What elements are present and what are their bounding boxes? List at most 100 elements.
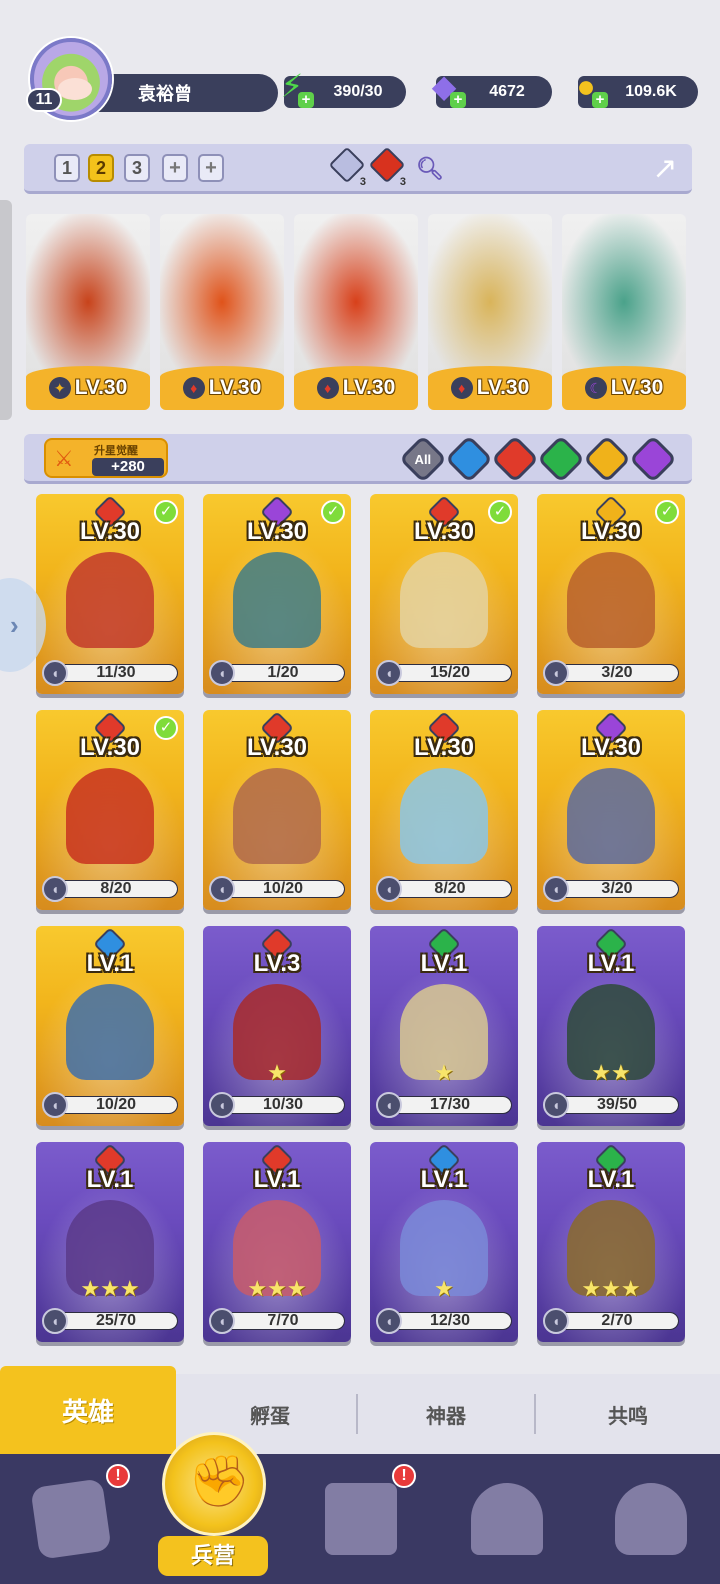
element-icon: ☾ [584,377,607,399]
awaken-label: 升星觉醒 [94,445,138,457]
team-hero-level: LV.30 [476,376,530,399]
shard-count: 3/20 [601,880,633,897]
player-profile[interactable]: 袁裕曾 11 [26,38,278,120]
star-rating: ★★ [591,1060,631,1085]
add-energy-button[interactable]: + [298,92,314,108]
star-rating: ★★★ [581,1276,641,1301]
team-hero-slot[interactable]: ✦ LV.30 [26,214,150,410]
shard-count: 1/20 [267,664,299,681]
shard-progress: ◖ 8/20 [42,876,178,902]
add-gem-button[interactable]: + [450,92,466,108]
element-icon: ♦ [450,377,473,399]
team-hero-level: LV.30 [610,376,664,399]
filter-element-button[interactable] [628,434,678,484]
hero-card[interactable]: LV.1 ★ ◖ 12/30 [370,1142,518,1342]
search-icon[interactable]: 🔍︎ [412,150,448,188]
team-hero-level: LV.30 [342,376,396,399]
filter-element-button[interactable] [490,434,540,484]
hero-level: LV.1 [86,1166,134,1193]
filter-element-button[interactable] [582,434,632,484]
team-hero-slot[interactable]: ♦ LV.30 [160,214,284,410]
hero-card[interactable]: LV.30 ✓ ◖ 3/20 [537,494,685,694]
tab-artifacts[interactable]: 神器 [358,1374,534,1454]
hero-portrait [294,214,418,374]
tab-resonance[interactable]: 共鸣 [536,1374,720,1454]
filter-element-button[interactable] [536,434,586,484]
hero-card[interactable]: LV.30 ◖ 8/20 [370,710,518,910]
hero-card[interactable]: LV.1 ★★★ ◖ 7/70 [203,1142,351,1342]
top-bar: 袁裕曾 11 ⚡ + 390/30 ◆ + 4672 ● + 109.6K [0,0,720,130]
nav-cards[interactable]: ! [16,1464,130,1574]
gem-resource[interactable]: ◆ + 4672 [432,68,552,108]
star-rating: ★ [434,1276,454,1301]
team-hero-slot[interactable]: ☾ LV.30 [562,214,686,410]
hero-card[interactable]: LV.3 ★ ◖ 10/30 [203,926,351,1126]
filter-element-button[interactable] [444,434,494,484]
hero-portrait [567,552,655,648]
alert-badge: ! [392,1464,416,1488]
team-hero-slot[interactable]: ♦ LV.30 [428,214,552,410]
team-tab-add-2[interactable]: + [198,154,224,182]
add-gold-button[interactable]: + [592,92,608,108]
share-icon[interactable]: ↗ [646,150,684,188]
hero-card[interactable]: LV.1 ★★★ ◖ 2/70 [537,1142,685,1342]
hero-card[interactable]: LV.30 ✓ ◖ 1/20 [203,494,351,694]
gem-value: 4672 [489,83,525,100]
nav-book[interactable]: ! [306,1464,416,1574]
team-hero-slot[interactable]: ♦ LV.30 [294,214,418,410]
shard-progress: ◖ 3/20 [543,660,679,686]
hero-card[interactable]: LV.30 ◖ 10/20 [203,710,351,910]
hero-card[interactable]: LV.1 ★ ◖ 17/30 [370,926,518,1126]
shard-count: 10/30 [262,1096,304,1113]
shard-count: 25/70 [95,1312,137,1329]
team-tab-1[interactable]: 1 [54,154,80,182]
tab-heroes[interactable]: 英雄 [0,1366,176,1454]
hero-card[interactable]: LV.30 ✓ ◖ 15/20 [370,494,518,694]
filter-all-button[interactable]: All [398,434,448,484]
sub-tabs: 英雄 孵蛋 神器 共鸣 [0,1366,720,1454]
hero-portrait [160,214,284,374]
nav-barracks[interactable]: ✊ 兵营 [158,1432,268,1584]
nav-castle[interactable] [452,1464,562,1574]
shard-progress: ◖ 3/20 [543,876,679,902]
hero-card[interactable]: LV.30 ◖ 3/20 [537,710,685,910]
hero-card[interactable]: LV.30 ✓ ◖ 8/20 [36,710,184,910]
hero-portrait [400,552,488,648]
cards-icon [30,1478,112,1560]
team-hero-level: LV.30 [208,376,262,399]
team-tab-3[interactable]: 3 [124,154,150,182]
shard-count: 8/20 [100,880,132,897]
star-rating: ★★★ [247,1276,307,1301]
book-icon [325,1483,397,1555]
awaken-button[interactable]: ⚔ 升星觉醒 +280 [44,438,168,478]
shard-progress: ◖ 39/50 [543,1092,679,1118]
gold-resource[interactable]: ● + 109.6K [576,68,698,108]
hero-portrait [562,214,686,374]
hero-portrait [567,768,655,864]
shard-progress: ◖ 12/30 [376,1308,512,1334]
energy-value: 390/30 [333,83,383,100]
hero-card[interactable]: LV.1 ★★★ ◖ 25/70 [36,1142,184,1342]
shard-progress: ◖ 1/20 [209,660,345,686]
fire-crystal[interactable]: 3 [368,146,406,188]
star-rating: ★ [267,1060,287,1085]
hero-card[interactable]: LV.30 ✓ ◖ 11/30 [36,494,184,694]
nav-mushroom[interactable] [596,1464,706,1574]
energy-resource[interactable]: ⚡ + 390/30 [281,68,406,108]
chevron-right-icon: › [10,610,19,640]
shard-count: 3/20 [601,664,633,681]
ice-crystal[interactable]: 3 [328,146,366,188]
hero-card[interactable]: LV.1 ★★ ◖ 39/50 [537,926,685,1126]
shard-progress: ◖ 15/20 [376,660,512,686]
hero-card[interactable]: LV.1 ◖ 10/20 [36,926,184,1126]
team-tab-add-1[interactable]: + [162,154,188,182]
alert-badge: ! [106,1464,130,1488]
element-icon: ♦ [316,377,339,399]
hero-level: LV.3 [253,950,301,977]
star-rating: ★ [434,1060,454,1085]
team-tab-2[interactable]: 2 [88,154,114,182]
shard-progress: ◖ 11/30 [42,660,178,686]
hero-portrait [400,768,488,864]
player-level-badge: 11 [26,88,62,112]
shard-progress: ◖ 17/30 [376,1092,512,1118]
